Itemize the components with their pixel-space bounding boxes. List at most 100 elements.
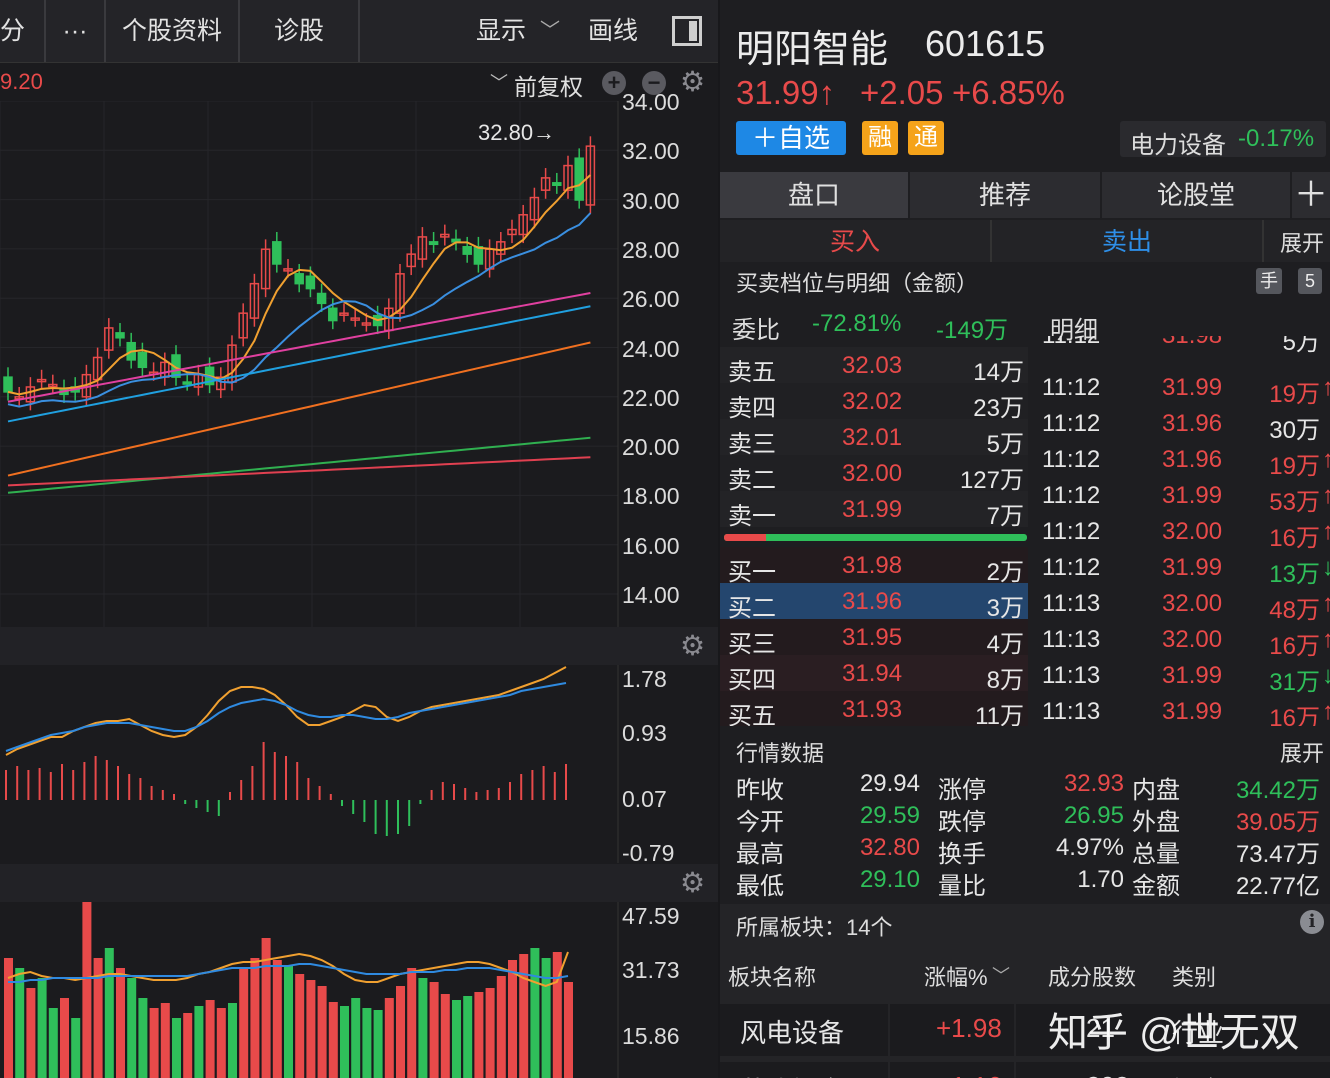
quote-key: 最低	[736, 873, 784, 900]
tab-forum[interactable]: 论股堂	[1102, 172, 1290, 218]
trade-price: 31.99	[1162, 482, 1223, 509]
volume-bar	[250, 958, 260, 1078]
tab-profile[interactable]: 个股资料	[106, 0, 240, 62]
axis-tick-label: 15.86	[622, 1023, 680, 1049]
layout-toggle-icon[interactable]	[672, 16, 702, 46]
buy-tab[interactable]: 买入	[720, 220, 992, 262]
toolbar-period-tab[interactable]: 分	[0, 0, 46, 62]
orderbook-ask-row[interactable]: 卖一 31.99 7万	[720, 491, 1028, 530]
orderbook-bid-row[interactable]: 买五 31.93 11万	[720, 691, 1028, 730]
chevron-down-icon[interactable]: ﹀	[992, 962, 1010, 988]
candle	[339, 303, 349, 322]
level-price: 32.03	[842, 352, 903, 379]
volume-bar	[228, 1003, 237, 1078]
level-price: 31.96	[842, 588, 903, 615]
chevron-down-icon[interactable]: ﹀	[490, 69, 508, 95]
orderbook-ask-row[interactable]: 卖四 32.02 23万	[720, 383, 1028, 422]
candle	[540, 168, 551, 199]
draw-tool-button[interactable]: 画线	[580, 0, 646, 62]
candle	[552, 172, 562, 194]
trade-time: 11:12	[1042, 446, 1101, 473]
axis-tick-label: 34.00	[622, 89, 680, 115]
candle	[462, 236, 472, 263]
col-header-pct[interactable]: 涨幅%	[924, 960, 988, 992]
trade-amount: 48万	[1269, 597, 1320, 623]
add-tab-button[interactable]: ＋	[1292, 172, 1330, 218]
trade-direction-icon: ↑	[1322, 518, 1330, 545]
orderbook-ask-row[interactable]: 卖三 32.01 5万	[720, 419, 1028, 458]
trade-amount: 16万	[1269, 525, 1320, 551]
volume-bar	[474, 992, 484, 1078]
col-header-type[interactable]: 类别	[1172, 960, 1216, 992]
axis-tick-label: 26.00	[622, 286, 680, 313]
orderbook-ask-row[interactable]: 卖二 32.00 127万	[720, 455, 1028, 494]
volume-chart[interactable]	[0, 902, 718, 1078]
gear-icon[interactable]: ⚙	[680, 869, 705, 897]
trade-time: 11:13	[1042, 626, 1101, 653]
price-change-pct: +6.85%	[952, 74, 1065, 111]
orderbook-bid-row[interactable]: 买三 31.95 4万	[720, 619, 1028, 658]
sector-chip[interactable]: 电力设备 -0.17%	[1120, 121, 1326, 159]
quote-key: 总量	[1132, 841, 1180, 868]
quote-title: 行情数据	[736, 741, 825, 766]
volume-bar	[205, 1000, 215, 1078]
candle	[484, 239, 495, 278]
col-header-count[interactable]: 成分股数	[1048, 960, 1136, 992]
quote-value: 26.95	[1063, 802, 1124, 829]
volume-bar	[15, 968, 25, 1078]
expand-button[interactable]: 展开	[1280, 226, 1324, 258]
chevron-down-icon[interactable]: ﹀	[536, 0, 564, 62]
tab-diagnose[interactable]: 诊股	[240, 0, 360, 62]
margin-badge[interactable]: 融	[862, 121, 898, 155]
trade-direction-icon: ↑	[1322, 446, 1330, 473]
hand-unit-toggle[interactable]: 手	[1256, 268, 1282, 294]
gear-icon[interactable]: ⚙	[680, 632, 705, 660]
candle	[272, 232, 282, 273]
orderbook-bid-row[interactable]: 买二 31.96 3万	[720, 583, 1028, 622]
connect-badge[interactable]: 通	[908, 121, 944, 155]
volume-bar	[194, 1006, 204, 1078]
display-menu[interactable]: 显示	[470, 0, 532, 62]
axis-tick-label: 14.00	[622, 582, 680, 608]
depth-level-toggle[interactable]: 5	[1298, 268, 1322, 294]
kline-chart[interactable]	[0, 101, 718, 627]
trade-direction-icon: ↑	[1322, 590, 1330, 617]
chart-panel[interactable]: 分 ··· 个股资料 诊股 显示 ﹀ 画线 9.20 ﹀ 前复权 + − ⚙ 3…	[0, 0, 718, 1078]
volume-bar	[463, 996, 473, 1078]
orderbook-ask-row[interactable]: 卖五 32.03 14万	[720, 347, 1028, 386]
more-button[interactable]: ···	[46, 0, 106, 62]
stock-name: 明阳智能	[736, 29, 889, 71]
adjust-mode-select[interactable]: 前复权	[514, 68, 583, 102]
candle	[451, 229, 461, 251]
gear-icon[interactable]: ⚙	[680, 68, 705, 96]
add-watchlist-button[interactable]: ＋自选	[736, 121, 846, 155]
tab-recommend[interactable]: 推荐	[910, 172, 1100, 218]
level-label: 卖三	[728, 431, 776, 458]
candle	[496, 232, 506, 263]
tab-orderbook[interactable]: 盘口	[720, 172, 908, 218]
volume-bar	[104, 948, 114, 1078]
sector-name: 芯片概念	[740, 1071, 844, 1078]
sector-row[interactable]: 芯片概念 +1.16 298 概念	[720, 1062, 1330, 1078]
macd-chart[interactable]	[0, 665, 718, 863]
orderbook-bid-row[interactable]: 买四 31.94 8万	[720, 655, 1028, 694]
volume-bar	[564, 982, 573, 1078]
col-header-name[interactable]: 板块名称	[728, 960, 816, 992]
quote-expand-button[interactable]: 展开	[1280, 736, 1324, 768]
quote-key: 量比	[938, 873, 986, 900]
weibi-pct: -72.81%	[812, 310, 902, 337]
level-volume: 14万	[973, 359, 1024, 386]
trade-price: 31.96	[1162, 446, 1223, 473]
level-volume: 2万	[986, 559, 1024, 586]
sell-tab[interactable]: 卖出	[992, 220, 1264, 262]
volume-bar	[440, 994, 450, 1078]
level-volume: 5万	[986, 431, 1024, 458]
orderbook-bid-row[interactable]: 买一 31.98 2万	[720, 547, 1028, 586]
candle	[3, 367, 13, 401]
level-price: 31.93	[842, 696, 903, 723]
volume-bar	[295, 974, 305, 1078]
trade-price: 32.00	[1162, 590, 1223, 617]
info-icon[interactable]: i	[1300, 910, 1324, 934]
volume-bar	[216, 1008, 226, 1078]
sector-pct: +1.16	[936, 1071, 1002, 1078]
